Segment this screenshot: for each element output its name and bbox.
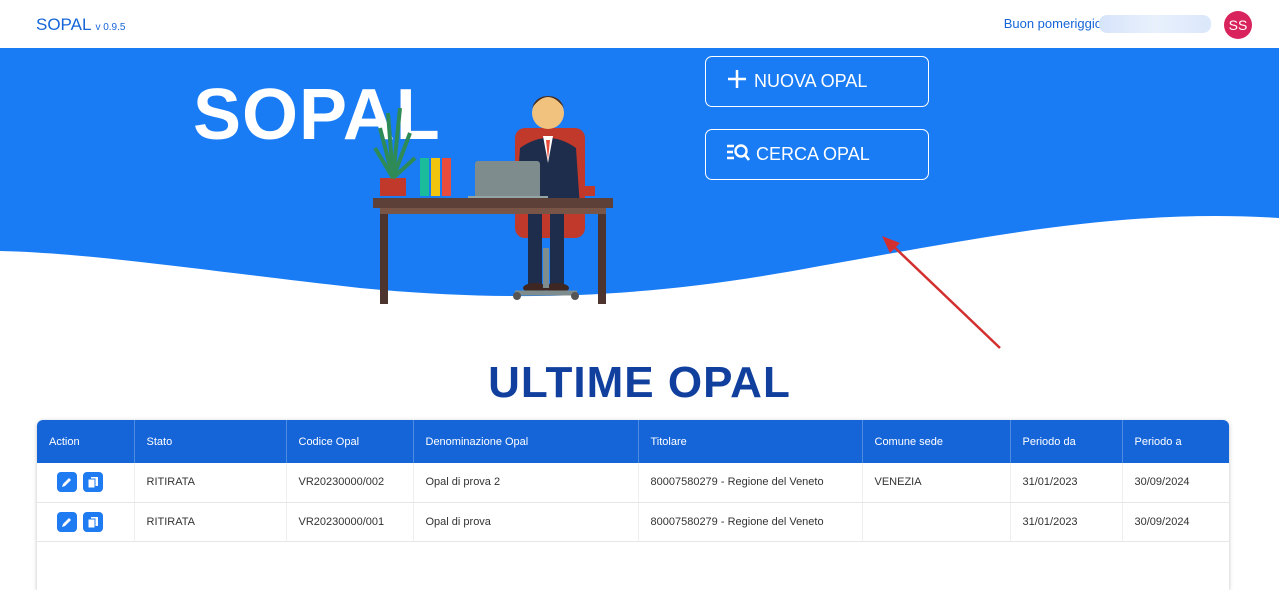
cell-titolare: 80007580279 - Regione del Veneto: [638, 463, 863, 503]
annotation-arrow: [882, 236, 1001, 349]
col-header-titolare[interactable]: Titolare: [638, 420, 863, 463]
new-opal-label: NUOVA OPAL: [754, 71, 868, 91]
col-header-denominazione[interactable]: Denominazione Opal: [413, 420, 639, 463]
col-header-periodo-a[interactable]: Periodo a: [1122, 420, 1229, 463]
table-row: RITIRATA VR20230000/001 Opal di prova 80…: [37, 502, 1229, 542]
table-header-row: Action Stato Codice Opal Denominazione O…: [37, 420, 1229, 463]
new-opal-button[interactable]: NUOVA OPAL: [705, 56, 929, 107]
section-title: ULTIME OPAL: [488, 358, 791, 407]
col-header-action[interactable]: Action: [37, 420, 135, 463]
cell-stato: RITIRATA: [134, 502, 287, 542]
cell-periodo-a: 30/09/2024: [1122, 502, 1229, 542]
search-opal-button[interactable]: CERCA OPAL: [705, 129, 929, 180]
copy-button[interactable]: [83, 511, 103, 532]
search-opal-label: CERCA OPAL: [756, 144, 870, 164]
edit-icon: [62, 517, 71, 527]
cell-titolare: 80007580279 - Regione del Veneto: [638, 502, 863, 542]
edit-button[interactable]: [57, 511, 77, 532]
table-row: RITIRATA VR20230000/002 Opal di prova 2 …: [37, 463, 1229, 503]
col-header-stato[interactable]: Stato: [134, 420, 287, 463]
user-avatar[interactable]: SS: [1224, 11, 1252, 39]
hero-wave-background: [0, 48, 1279, 297]
copy-button[interactable]: [83, 472, 103, 493]
office-worker-illustration: [373, 96, 613, 304]
app-name: SOPAL: [36, 15, 92, 34]
copy-icon: [87, 477, 98, 489]
hero-banner: SOPAL NUOVA OPAL CERCA OPAL: [0, 48, 1279, 349]
opal-table: Action Stato Codice Opal Denominazione O…: [37, 420, 1229, 590]
cell-periodo-da: 31/01/2023: [1010, 463, 1123, 503]
col-header-periodo-da[interactable]: Periodo da: [1010, 420, 1123, 463]
cell-denominazione: Opal di prova: [413, 502, 639, 542]
copy-icon: [87, 516, 98, 528]
greeting-text: Buon pomeriggio: [1003, 16, 1102, 31]
cell-denominazione: Opal di prova 2: [413, 463, 639, 503]
app-brand[interactable]: SOPAL v 0.9.5: [36, 15, 125, 35]
app-version: v 0.9.5: [95, 22, 126, 33]
cell-periodo-a: 30/09/2024: [1122, 463, 1229, 503]
col-header-comune[interactable]: Comune sede: [862, 420, 1011, 463]
search-list-icon: [726, 142, 751, 167]
cell-codice: VR20230000/001: [286, 502, 414, 542]
cell-codice: VR20230000/002: [286, 463, 414, 503]
user-name-redacted: [1099, 15, 1211, 33]
edit-button[interactable]: [57, 472, 77, 493]
plant: [373, 107, 417, 196]
row-actions: [37, 463, 135, 503]
cell-comune: VENEZIA: [862, 463, 1011, 503]
row-actions: [37, 502, 135, 542]
edit-icon: [62, 478, 71, 488]
top-bar: SOPAL v 0.9.5 Buon pomeriggio SS: [0, 0, 1279, 48]
plus-icon: [726, 68, 748, 95]
cell-stato: RITIRATA: [134, 463, 287, 503]
col-header-codice[interactable]: Codice Opal: [286, 420, 414, 463]
cell-periodo-da: 31/01/2023: [1010, 502, 1123, 542]
cell-comune: [862, 502, 1011, 542]
